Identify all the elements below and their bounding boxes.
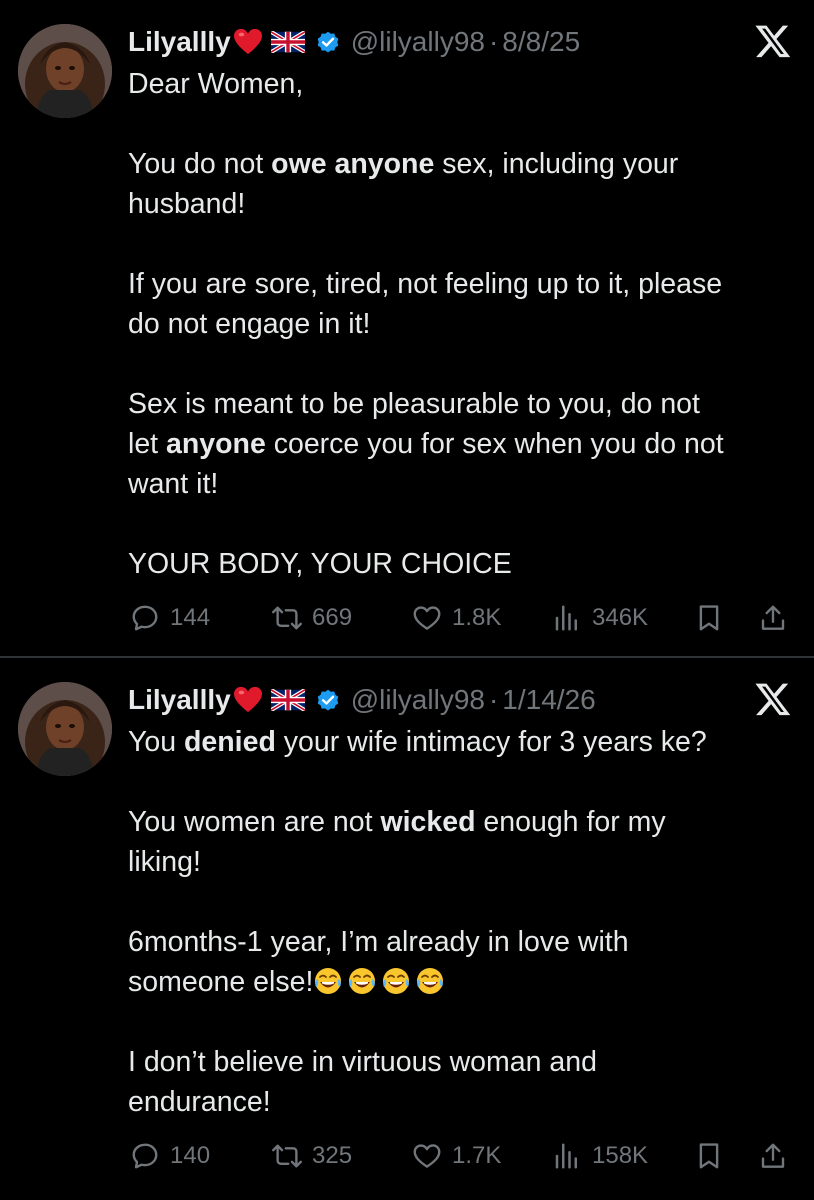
share-button[interactable] xyxy=(758,1136,788,1176)
share-button[interactable] xyxy=(758,598,788,638)
verified-icon xyxy=(315,29,341,55)
view-count: 346K xyxy=(592,604,649,631)
avatar[interactable] xyxy=(18,682,112,776)
tweet-text: You denied your wife intimacy for 3 year… xyxy=(128,722,798,1122)
text-line: YOUR BODY, YOUR CHOICE xyxy=(128,548,512,580)
tweet-text: Dear Women, You do not owe anyone sex, i… xyxy=(128,64,798,584)
header-separator: · xyxy=(488,26,499,57)
text-line: You do not owe anyone sex, including you… xyxy=(128,148,679,180)
text-line: Sex is meant to be pleasurable to you, d… xyxy=(128,388,700,420)
bookmark-button[interactable] xyxy=(694,1136,724,1176)
uk-flag-emoji xyxy=(271,689,305,711)
views-icon xyxy=(552,603,582,633)
tweet-header: Lilyallly @lilyally98 · 8/8/25 xyxy=(128,22,580,62)
like-count: 1.7K xyxy=(452,1142,502,1169)
text-line: 6months-1 year, I’m already in love with xyxy=(128,926,629,958)
tweet-header: Lilyallly @lilyally98 · 1/14/26 xyxy=(128,680,596,720)
reply-count: 144 xyxy=(170,604,211,631)
view-count: 158K xyxy=(592,1142,649,1169)
text-line: I don’t believe in virtuous woman and xyxy=(128,1046,597,1078)
text-line: Dear Women, xyxy=(128,68,304,100)
text-line: liking! xyxy=(128,846,201,878)
avatar[interactable] xyxy=(18,24,112,118)
text-line: You denied your wife intimacy for 3 year… xyxy=(128,726,707,758)
bold-text: owe anyone xyxy=(271,148,435,180)
like-count: 1.8K xyxy=(452,604,502,631)
views-button[interactable]: 346K xyxy=(552,598,648,638)
tweet-card[interactable]: Lilyallly @lilyally98 · 8/8/25 Dear Wome… xyxy=(0,0,814,656)
reply-button[interactable]: 144 xyxy=(130,598,210,638)
header-separator: · xyxy=(488,684,499,715)
reply-count: 140 xyxy=(170,1142,211,1169)
action-bar: 140 325 1.7K 158K xyxy=(128,1136,798,1176)
verified-icon xyxy=(315,687,341,713)
action-bar: 144 669 1.8K 346K xyxy=(128,598,798,638)
author-handle[interactable]: @lilyally98 xyxy=(351,26,485,58)
author-name[interactable]: Lilyallly xyxy=(128,26,231,58)
heart-icon xyxy=(412,603,442,633)
repost-button[interactable]: 325 xyxy=(272,1136,352,1176)
tweet-card[interactable]: Lilyallly @lilyally98 · 1/14/26 You deni… xyxy=(0,658,814,1200)
x-logo-icon xyxy=(754,22,792,60)
repost-icon xyxy=(272,1141,302,1171)
like-button[interactable]: 1.7K xyxy=(412,1136,501,1176)
text-line: do not engage in it! xyxy=(128,308,371,340)
share-icon xyxy=(758,603,788,633)
bold-text: denied xyxy=(184,726,276,758)
text-line: You women are not wicked enough for my xyxy=(128,806,666,838)
repost-count: 669 xyxy=(312,604,353,631)
share-icon xyxy=(758,1141,788,1171)
laughing-emoji-icon xyxy=(313,966,343,996)
views-button[interactable]: 158K xyxy=(552,1136,648,1176)
reply-icon xyxy=(130,1141,160,1171)
heart-icon xyxy=(412,1141,442,1171)
bookmark-icon xyxy=(694,603,724,633)
tweet-date[interactable]: 1/14/26 xyxy=(502,684,595,716)
repost-icon xyxy=(272,603,302,633)
reply-icon xyxy=(130,603,160,633)
repost-count: 325 xyxy=(312,1142,353,1169)
tweet-date[interactable]: 8/8/25 xyxy=(502,26,580,58)
text-line: endurance! xyxy=(128,1086,271,1118)
bookmark-button[interactable] xyxy=(694,598,724,638)
text-line: want it! xyxy=(128,468,219,500)
text-line: If you are sore, tired, not feeling up t… xyxy=(128,268,723,300)
laughing-emoji-icon xyxy=(415,966,445,996)
like-button[interactable]: 1.8K xyxy=(412,598,501,638)
uk-flag-emoji xyxy=(271,31,305,53)
bookmark-icon xyxy=(694,1141,724,1171)
bold-text: anyone xyxy=(166,428,266,460)
red-heart-emoji xyxy=(233,28,263,56)
text-line: someone else! xyxy=(128,962,798,1002)
text-line: let anyone coerce you for sex when you d… xyxy=(128,428,724,460)
views-icon xyxy=(552,1141,582,1171)
red-heart-emoji xyxy=(233,686,263,714)
reply-button[interactable]: 140 xyxy=(130,1136,210,1176)
author-handle[interactable]: @lilyally98 xyxy=(351,684,485,716)
author-name[interactable]: Lilyallly xyxy=(128,684,231,716)
text-line: husband! xyxy=(128,188,246,220)
x-logo-icon xyxy=(754,680,792,718)
laughing-emoji-icon xyxy=(381,966,411,996)
laughing-emoji-icon xyxy=(347,966,377,996)
repost-button[interactable]: 669 xyxy=(272,598,352,638)
bold-text: wicked xyxy=(380,806,476,838)
